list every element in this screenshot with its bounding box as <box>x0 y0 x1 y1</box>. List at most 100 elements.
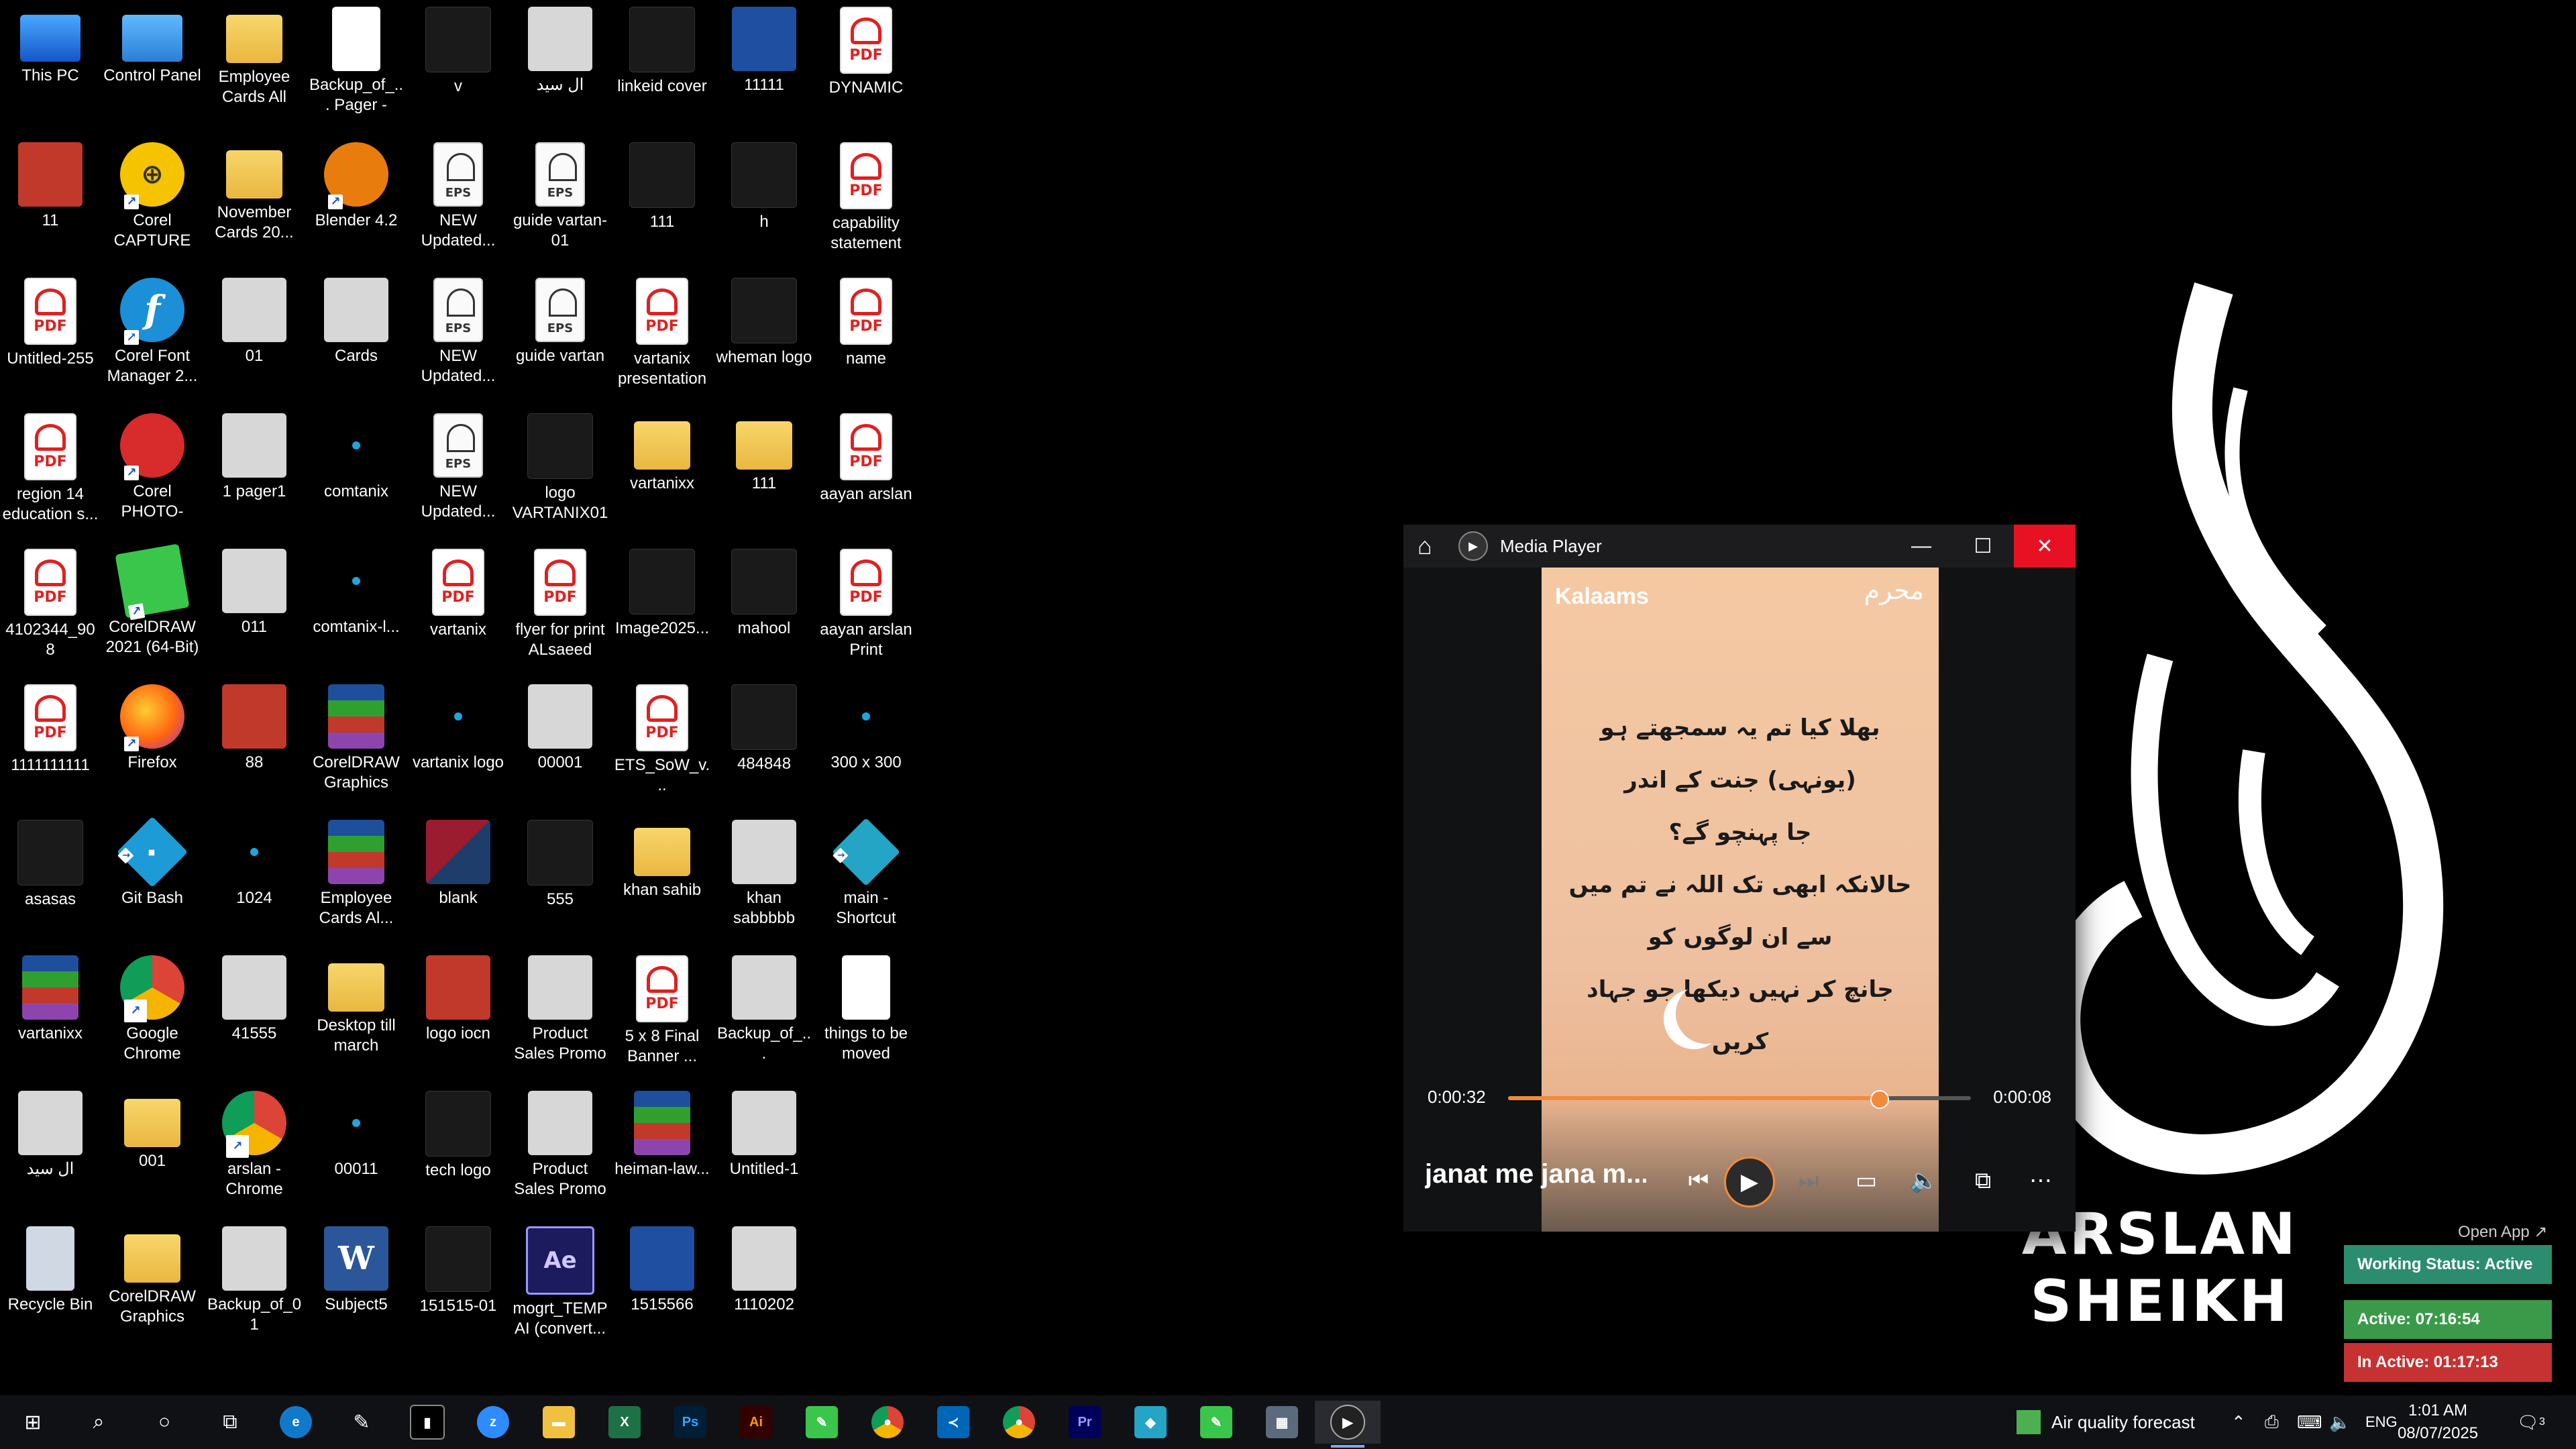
desktop-icon[interactable]: November Cards 20... <box>205 137 303 268</box>
minimize-button[interactable]: — <box>1890 525 1952 568</box>
cortana-icon[interactable]: ○ <box>131 1401 197 1444</box>
desktop-icon[interactable]: Ae mogrt_TEMP AI (convert... <box>511 1221 609 1352</box>
desktop-icon[interactable]: vartanixx <box>613 408 711 539</box>
desktop-icon[interactable]: 11 <box>1 137 99 268</box>
network-icon[interactable]: ⌨ <box>2297 1395 2322 1449</box>
desktop-icon[interactable]: wheman logo <box>715 272 813 404</box>
pen-tool-icon[interactable]: ✎ <box>329 1401 394 1444</box>
desktop-icon[interactable]: PDF name <box>817 272 915 404</box>
video-frame[interactable]: Kalaams محرم بھلا کیا تم یہ سمجھتے ہو (ی… <box>1542 568 1939 1232</box>
desktop-icon[interactable]: mahool <box>715 543 813 675</box>
desktop-icon[interactable]: Recycle Bin <box>1 1221 99 1352</box>
desktop-icon[interactable]: arslan - Chrome <box>205 1085 303 1217</box>
desktop-icon[interactable]: Product Sales Promo Pack... <box>511 1085 609 1217</box>
desktop-icon[interactable]: PDF aayan arslan Print <box>817 543 915 675</box>
desktop-icon[interactable]: tech logo <box>409 1085 507 1217</box>
desktop-icon[interactable]: v <box>409 1 507 133</box>
home-icon[interactable]: ⌂ <box>1403 525 1446 568</box>
desktop-icon[interactable]: ⊕Corel CAPTURE 2... <box>103 137 201 268</box>
task-view-icon[interactable]: ⧉ <box>197 1401 263 1444</box>
start-button[interactable]: ⊞ <box>0 1401 66 1444</box>
desktop-icon[interactable]: blank <box>409 814 507 946</box>
previous-icon[interactable]: ⏮ <box>1677 1159 1720 1202</box>
desktop-icon[interactable]: logo VARTANIX01 <box>511 408 609 539</box>
desktop-icon[interactable]: EPS NEW Updated... <box>409 272 507 404</box>
desktop-icon[interactable]: Employee Cards All <box>205 1 303 133</box>
chrome-icon[interactable]: ● <box>855 1401 920 1444</box>
miniplayer-icon[interactable]: ⧉ <box>1962 1159 2004 1202</box>
desktop-icon[interactable]: CorelDRAW 2021 (64-Bit) <box>103 543 201 675</box>
desktop-icon[interactable]: Google Chrome <box>103 950 201 1081</box>
premiere-icon[interactable]: Pr <box>1052 1401 1118 1444</box>
desktop-icon[interactable]: khan sabbbbb <box>715 814 813 946</box>
volume-icon[interactable]: 🔈 <box>1902 1159 1945 1202</box>
desktop-icon[interactable]: 484848 <box>715 679 813 810</box>
desktop-icon[interactable]: main - Shortcut <box>817 814 915 946</box>
desktop-icon[interactable]: vartanix logo <box>409 679 507 810</box>
desktop-icon[interactable]: ◆Git Bash <box>103 814 201 946</box>
desktop-icon[interactable]: 01 <box>205 272 303 404</box>
coreldraw-icon[interactable]: ✎ <box>789 1401 855 1444</box>
desktop-icon[interactable]: PDF 1111111111 <box>1 679 99 810</box>
desktop-icon[interactable]: 555 <box>511 814 609 946</box>
clock[interactable]: 1:01 AM 08/07/2025 <box>2377 1399 2498 1445</box>
desktop-icon[interactable]: Blender 4.2 <box>307 137 405 268</box>
desktop-icon[interactable]: vartanixx <box>1 950 99 1081</box>
excel-icon[interactable]: X <box>592 1401 657 1444</box>
desktop-icon[interactable]: EPS NEW Updated... <box>409 408 507 539</box>
seek-thumb[interactable] <box>1870 1090 1889 1109</box>
desktop-icon[interactable]: Backup_of_... <box>715 950 813 1081</box>
meet-icon[interactable]: ⎙ <box>2265 1395 2279 1449</box>
desktop-icon[interactable]: h <box>715 137 813 268</box>
desktop-icon[interactable]: W Subject5 <box>307 1221 405 1352</box>
desktop-icon[interactable]: PDF Untitled-255 <box>1 272 99 404</box>
file-explorer-icon[interactable]: ▬ <box>526 1401 592 1444</box>
desktop-icon[interactable]: ال سید <box>1 1085 99 1217</box>
desktop-icon[interactable]: PDF capability statement <box>817 137 915 268</box>
maximize-button[interactable]: ☐ <box>1952 525 2014 568</box>
more-options-icon[interactable]: ⋯ <box>2019 1159 2062 1202</box>
desktop-icon[interactable]: 111 <box>715 408 813 539</box>
desktop-icon[interactable]: PDF region 14 education s... <box>1 408 99 539</box>
desktop-icon[interactable]: 00001 <box>511 679 609 810</box>
desktop-icon[interactable]: 11111 <box>715 1 813 133</box>
calculator-icon[interactable]: ▦ <box>1249 1401 1315 1444</box>
app-cube-icon[interactable]: ◆ <box>1118 1401 1183 1444</box>
seek-slider[interactable] <box>1508 1090 1971 1109</box>
notifications-icon[interactable]: 🗨 3 <box>2517 1395 2545 1449</box>
desktop-icon[interactable]: PDF flyer for print ALsaeed po... <box>511 543 609 675</box>
weather-widget[interactable]: Air quality forecast <box>2017 1395 2195 1449</box>
desktop-icon[interactable]: 41555 <box>205 950 303 1081</box>
desktop-icon[interactable]: linkeid cover <box>613 1 711 133</box>
open-app-link[interactable]: Open App ↗ <box>2458 1222 2548 1242</box>
desktop-icon[interactable]: 1110202 <box>715 1221 813 1352</box>
desktop-icon[interactable]: PDF 4102344_908 <box>1 543 99 675</box>
vscode-icon[interactable]: ≺ <box>920 1401 986 1444</box>
desktop-icon[interactable]: Backup_of_... Pager - NY... <box>307 1 405 133</box>
desktop-icon[interactable]: Firefox <box>103 679 201 810</box>
coreldraw-2-icon[interactable]: ✎ <box>1183 1401 1249 1444</box>
desktop-icon[interactable]: ال سید <box>511 1 609 133</box>
desktop-icon[interactable]: 88 <box>205 679 303 810</box>
desktop-icon[interactable]: 1024 <box>205 814 303 946</box>
show-hidden-icons-icon[interactable]: ⌃ <box>2231 1395 2246 1449</box>
desktop-icon[interactable]: PDF DYNAMIC <box>817 1 915 133</box>
desktop-icon[interactable]: EPS NEW Updated... <box>409 137 507 268</box>
desktop-icon[interactable]: EPS guide vartan-01 <box>511 137 609 268</box>
desktop-icon[interactable]: Backup_of_01 <box>205 1221 303 1352</box>
desktop-icon[interactable]: asasas <box>1 814 99 946</box>
desktop-icon[interactable]: things to be moved <box>817 950 915 1081</box>
photoshop-icon[interactable]: Ps <box>657 1401 723 1444</box>
desktop-icon[interactable]: fCorel Font Manager 2... <box>103 272 201 404</box>
desktop-icon[interactable]: Control Panel <box>103 1 201 133</box>
desktop-icon[interactable]: 1 pager1 <box>205 408 303 539</box>
media-player-titlebar[interactable]: ⌂ ▶ Media Player — ☐ ✕ <box>1403 525 2076 568</box>
desktop-icon[interactable]: 111 <box>613 137 711 268</box>
next-icon[interactable]: ⏭ <box>1787 1159 1830 1202</box>
desktop-icon[interactable]: comtanix-l... <box>307 543 405 675</box>
chrome-profile-icon[interactable]: ● <box>986 1401 1052 1444</box>
desktop-icon[interactable]: PDF aayan arslan <box>817 408 915 539</box>
play-button[interactable]: ▶ <box>1724 1157 1775 1208</box>
desktop-icon[interactable]: Desktop till march <box>307 950 405 1081</box>
desktop-icon[interactable]: Product Sales Promo Pack... <box>511 950 609 1081</box>
